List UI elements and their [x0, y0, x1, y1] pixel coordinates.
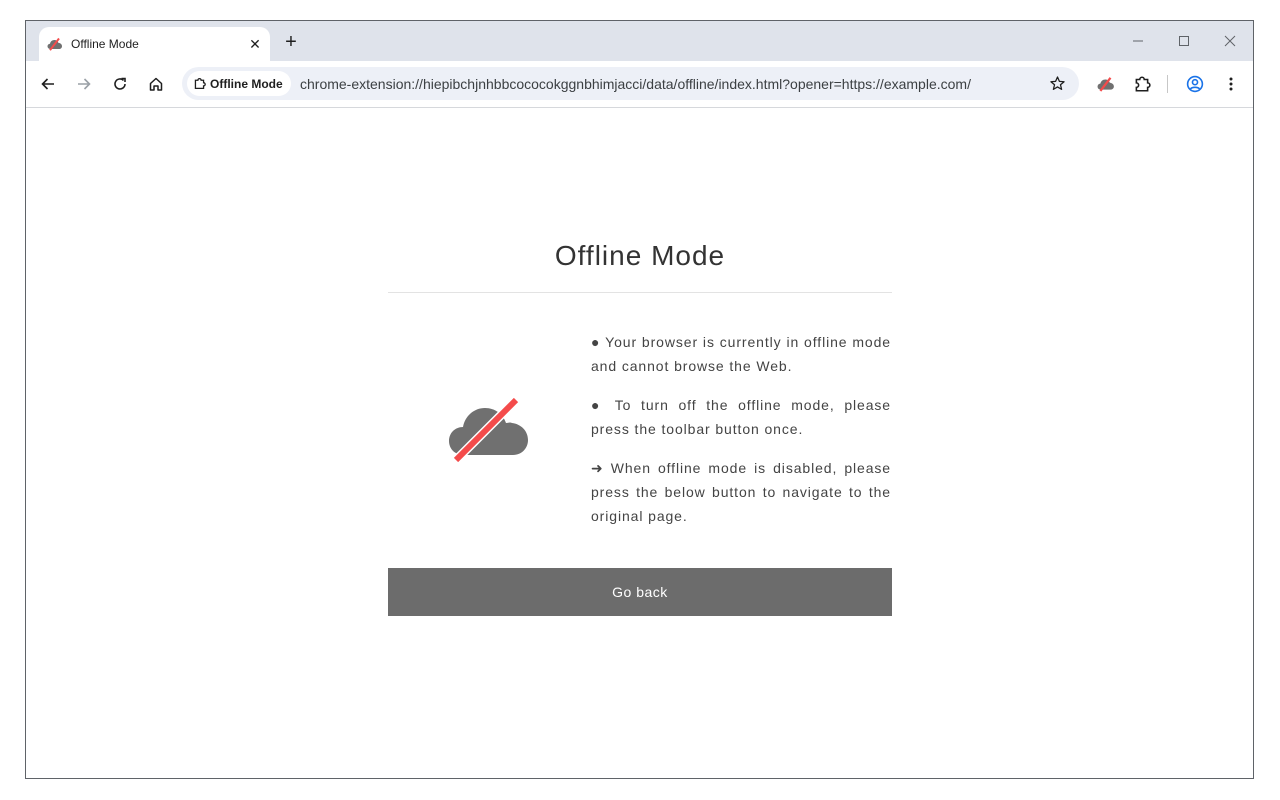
info-line-navigate: ➜ When offline mode is disabled, please … — [591, 460, 891, 524]
extension-puzzle-icon — [194, 78, 206, 90]
tab-title: Offline Mode — [71, 37, 139, 51]
title-divider — [388, 292, 892, 293]
toolbar-separator — [1167, 75, 1168, 93]
tab-close-icon[interactable]: ✕ — [246, 35, 264, 53]
browser-window: Offline Mode ✕ + Offline Mode chrome-ext… — [25, 20, 1254, 779]
info-text: ● Your browser is currently in offline m… — [591, 330, 891, 543]
menu-button[interactable] — [1217, 70, 1245, 98]
tab-strip: Offline Mode ✕ + — [26, 21, 1253, 61]
new-tab-button[interactable]: + — [280, 31, 302, 53]
toolbar: Offline Mode chrome-extension://hiepibch… — [26, 61, 1253, 108]
offline-cloud-icon — [47, 37, 62, 51]
minimize-icon[interactable] — [1124, 29, 1152, 53]
reload-button[interactable] — [106, 70, 134, 98]
info-line-offline: ● Your browser is currently in offline m… — [591, 334, 891, 374]
page-title: Offline Mode — [554, 240, 726, 271]
offline-cloud-icon — [1097, 77, 1114, 92]
forward-button[interactable] — [70, 70, 98, 98]
reload-icon — [114, 77, 126, 90]
arrow-left-icon — [41, 78, 54, 90]
profile-button[interactable] — [1181, 70, 1209, 98]
arrow-right-icon — [78, 78, 91, 90]
site-info-chip[interactable]: Offline Mode — [187, 71, 291, 96]
maximize-icon[interactable] — [1170, 29, 1198, 53]
bookmark-star-icon[interactable] — [1047, 73, 1067, 93]
offline-cloud-icon — [449, 398, 528, 462]
offline-extension-button[interactable] — [1092, 70, 1120, 98]
back-button[interactable] — [34, 70, 62, 98]
info-line-toolbar: ● To turn off the offline mode, please p… — [591, 397, 891, 437]
address-bar[interactable]: Offline Mode chrome-extension://hiepibch… — [182, 67, 1079, 100]
home-icon — [149, 77, 163, 91]
go-back-button[interactable]: Go back — [388, 568, 892, 616]
page-content: Offline Mode ● Your browser is currently… — [26, 108, 1253, 778]
profile-icon — [1186, 75, 1204, 93]
extensions-button[interactable] — [1128, 70, 1156, 98]
kebab-menu-icon — [1229, 77, 1233, 91]
puzzle-icon — [1135, 76, 1151, 92]
chip-label: Offline Mode — [210, 76, 283, 91]
url-text[interactable]: chrome-extension://hiepibchjnhbbcococokg… — [300, 76, 971, 92]
home-button[interactable] — [142, 70, 170, 98]
tab-offline-mode[interactable]: Offline Mode ✕ — [39, 27, 270, 61]
window-close-icon[interactable] — [1216, 29, 1244, 53]
